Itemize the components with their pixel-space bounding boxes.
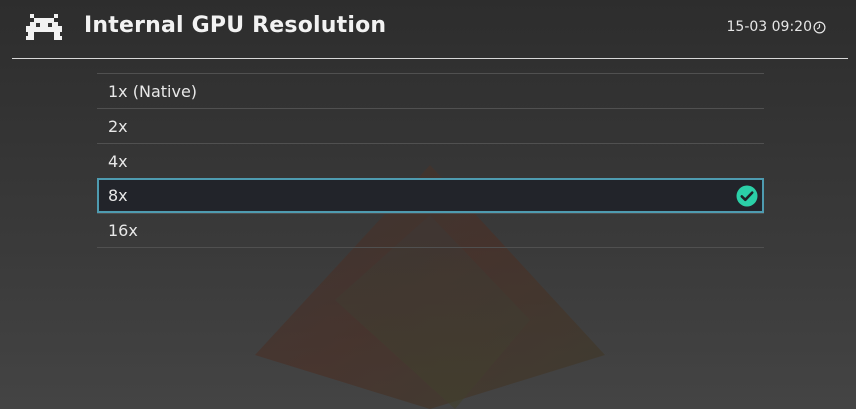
check-icon bbox=[736, 185, 758, 206]
option-1x-native[interactable]: 1x (Native) bbox=[97, 73, 764, 108]
option-label: 1x (Native) bbox=[108, 81, 198, 101]
option-8x[interactable]: 8x bbox=[97, 178, 764, 213]
option-label: 16x bbox=[108, 221, 138, 240]
option-label: 8x bbox=[108, 186, 128, 205]
option-2x[interactable]: 2x bbox=[97, 108, 764, 143]
option-list: 1x (Native) 2x 4x 8x 16x bbox=[97, 73, 764, 248]
clock-display: 15-03 09:20 bbox=[727, 19, 826, 35]
clock-icon bbox=[813, 21, 826, 33]
header-divider bbox=[12, 58, 848, 59]
clock-time: 15-03 09:20 bbox=[726, 19, 812, 35]
option-label: 4x bbox=[108, 151, 128, 171]
header-bar: Internal GPU Resolution 15-03 09:20 bbox=[0, 0, 856, 58]
option-4x[interactable]: 4x bbox=[97, 143, 764, 178]
page-title: Internal GPU Resolution bbox=[84, 13, 387, 38]
option-16x[interactable]: 16x bbox=[97, 213, 764, 248]
retroarch-invader-icon bbox=[26, 14, 62, 40]
option-label: 2x bbox=[108, 116, 128, 136]
